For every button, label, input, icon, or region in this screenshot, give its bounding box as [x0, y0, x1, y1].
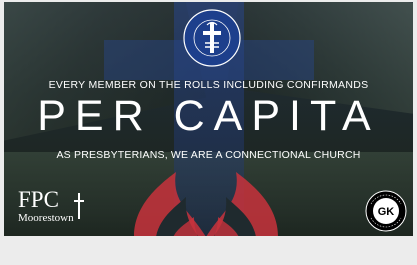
- church-logo: FPC Moorestown: [18, 187, 84, 224]
- church-logo-letters: FPC: [18, 187, 59, 212]
- top-caption: EVERY MEMBER ON THE ROLLS INCLUDING CONF…: [48, 79, 369, 91]
- church-logo-town: Moorestown: [18, 212, 74, 224]
- gk-badge-icon: GK: [365, 190, 407, 232]
- sub-caption: AS PRESBYTERIANS, WE ARE A CONNECTIONAL …: [56, 149, 361, 161]
- page-title: PER CAPITA: [37, 92, 380, 140]
- cross-icon: [74, 193, 84, 219]
- flame-icon: [134, 172, 278, 236]
- svg-text:GK: GK: [378, 206, 395, 218]
- presbyterian-seal-icon: [183, 9, 241, 67]
- per-capita-banner: EVERY MEMBER ON THE ROLLS INCLUDING CONF…: [4, 2, 413, 236]
